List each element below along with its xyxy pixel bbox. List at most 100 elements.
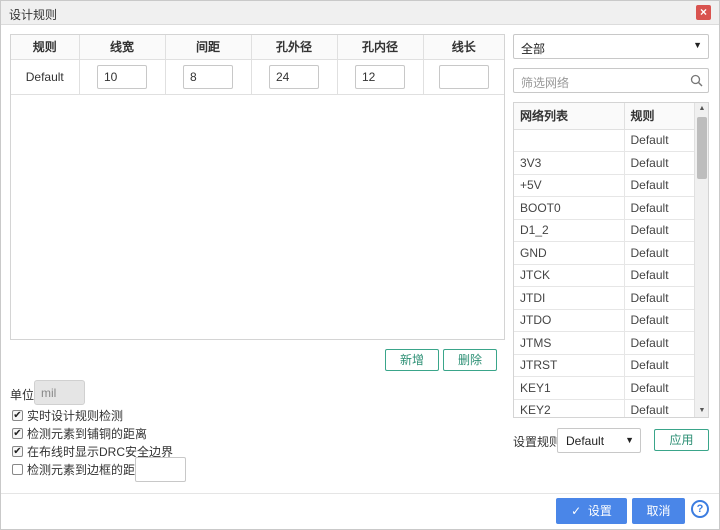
via-outer-input[interactable] — [269, 64, 319, 89]
net-filter-value: 全部 — [521, 42, 546, 56]
net-filter-select[interactable]: 全部 ▼ — [513, 34, 709, 59]
option-check-copper-distance[interactable]: ✔ 检测元素到铺铜的距离 — [12, 425, 147, 441]
option-check-border-distance[interactable]: 检测元素到边框的距离 — [12, 461, 147, 477]
scroll-down-icon[interactable]: ▼ — [695, 405, 708, 417]
net-rule: Default — [624, 309, 694, 332]
col-net-list: 网络列表 — [514, 103, 625, 130]
option-label: 检测元素到铺铜的距离 — [27, 426, 148, 441]
checkbox-unchecked-icon[interactable] — [12, 463, 23, 475]
table-row[interactable]: D1_2 Default — [514, 219, 694, 242]
table-row[interactable]: JTDI Default — [514, 286, 694, 310]
chevron-down-icon: ▼ — [625, 435, 634, 445]
net-name — [514, 129, 625, 152]
option-label: 检测元素到边框的距离 — [27, 462, 148, 477]
net-name: KEY1 — [514, 376, 625, 400]
col-net-rule: 规则 — [624, 103, 694, 130]
net-name: KEY2 — [514, 399, 625, 417]
net-name: JTDI — [514, 286, 625, 310]
add-rule-button[interactable]: 新增 — [385, 349, 439, 371]
col-length: 线长 — [423, 35, 504, 60]
cancel-button[interactable]: 取消 — [632, 498, 685, 524]
spacing-input[interactable] — [183, 64, 233, 89]
table-row[interactable]: JTDO Default — [514, 309, 694, 332]
net-list-panel: 网络列表 规则 Default 3V3 Default +5V Default BO… — [513, 102, 709, 418]
title-bar[interactable]: 设计规则 × — [1, 1, 719, 25]
table-row[interactable]: KEY1 Default — [514, 376, 694, 400]
table-row[interactable]: JTMS Default — [514, 331, 694, 355]
table-row[interactable]: 3V3 Default — [514, 151, 694, 175]
confirm-button[interactable]: ✓ 设置 — [556, 498, 627, 524]
col-via-outer: 孔外径 — [251, 35, 338, 60]
table-row[interactable]: Default — [11, 59, 504, 95]
search-icon[interactable] — [690, 74, 703, 87]
net-list-scrollbar[interactable]: ▲ ▼ — [694, 103, 708, 417]
col-via-inner: 孔内径 — [337, 35, 424, 60]
option-realtime-drc[interactable]: ✔ 实时设计规则检测 — [12, 407, 123, 423]
table-row[interactable]: GND Default — [514, 241, 694, 265]
set-rule-select[interactable]: Default ▼ — [557, 428, 641, 453]
table-row[interactable]: KEY2 Default — [514, 399, 694, 417]
rule-name[interactable]: Default — [11, 59, 80, 95]
net-rule: Default — [624, 241, 694, 265]
option-label: 实时设计规则检测 — [27, 408, 124, 423]
chevron-down-icon: ▼ — [693, 40, 702, 50]
net-name: JTDO — [514, 309, 625, 332]
net-rule: Default — [624, 174, 694, 197]
net-rule: Default — [624, 286, 694, 310]
rules-header-row: 规则 线宽 间距 孔外径 孔内径 线长 — [11, 35, 504, 60]
set-rule-label: 设置规则 — [513, 435, 562, 449]
net-header-row: 网络列表 规则 — [514, 103, 694, 130]
net-rule: Default — [624, 376, 694, 400]
border-distance-input[interactable] — [135, 457, 186, 482]
via-inner-input[interactable] — [355, 64, 405, 89]
net-rule: Default — [624, 399, 694, 417]
table-row[interactable]: +5V Default — [514, 174, 694, 197]
help-icon[interactable]: ? — [691, 500, 709, 518]
net-rule: Default — [624, 151, 694, 175]
table-row[interactable]: JTRST Default — [514, 354, 694, 377]
net-search-placeholder: 筛选网络 — [521, 76, 570, 90]
scroll-thumb[interactable] — [697, 117, 707, 179]
col-rule: 规则 — [11, 35, 80, 60]
net-name: 3V3 — [514, 151, 625, 175]
net-rule: Default — [624, 129, 694, 152]
net-name: D1_2 — [514, 219, 625, 242]
table-row[interactable]: JTCK Default — [514, 264, 694, 287]
unit-label: 单位 — [10, 388, 35, 402]
close-icon[interactable]: × — [696, 5, 711, 20]
net-rule: Default — [624, 264, 694, 287]
apply-button[interactable]: 应用 — [654, 429, 709, 451]
net-rule: Default — [624, 354, 694, 377]
net-name: JTCK — [514, 264, 625, 287]
rules-table: 规则 线宽 间距 孔外径 孔内径 线长 Default — [11, 35, 504, 95]
net-rule: Default — [624, 331, 694, 355]
col-width: 线宽 — [79, 35, 166, 60]
rules-table-panel: 规则 线宽 间距 孔外径 孔内径 线长 Default — [10, 34, 505, 340]
net-name: BOOT0 — [514, 196, 625, 220]
dialog-title: 设计规则 — [9, 8, 58, 22]
check-icon: ✓ — [571, 504, 588, 518]
net-rule: Default — [624, 196, 694, 220]
checkbox-checked-icon[interactable]: ✔ — [12, 445, 23, 457]
length-input[interactable] — [438, 64, 489, 89]
checkbox-checked-icon[interactable]: ✔ — [12, 427, 23, 439]
set-rule-value: Default — [566, 434, 605, 448]
net-rule: Default — [624, 219, 694, 242]
table-row[interactable]: Default — [514, 129, 694, 152]
net-name: JTRST — [514, 354, 625, 377]
confirm-label: 设置 — [587, 504, 612, 518]
table-row[interactable]: BOOT0 Default — [514, 196, 694, 220]
design-rules-dialog: 设计规则 × 规则 线宽 间距 孔外径 孔内径 线长 Default 10 8 … — [0, 0, 720, 530]
width-input[interactable] — [97, 64, 147, 89]
delete-rule-button[interactable]: 删除 — [443, 349, 497, 371]
net-name: +5V — [514, 174, 625, 197]
col-spacing: 间距 — [165, 35, 252, 60]
net-table: 网络列表 规则 Default 3V3 Default +5V Default BO… — [514, 103, 694, 417]
checkbox-checked-icon[interactable]: ✔ — [12, 409, 23, 421]
footer-divider — [1, 493, 719, 494]
net-name: GND — [514, 241, 625, 265]
net-name: JTMS — [514, 331, 625, 355]
net-search-input[interactable]: 筛选网络 — [513, 68, 709, 93]
unit-field: mil — [34, 380, 85, 405]
scroll-up-icon[interactable]: ▲ — [695, 103, 708, 115]
